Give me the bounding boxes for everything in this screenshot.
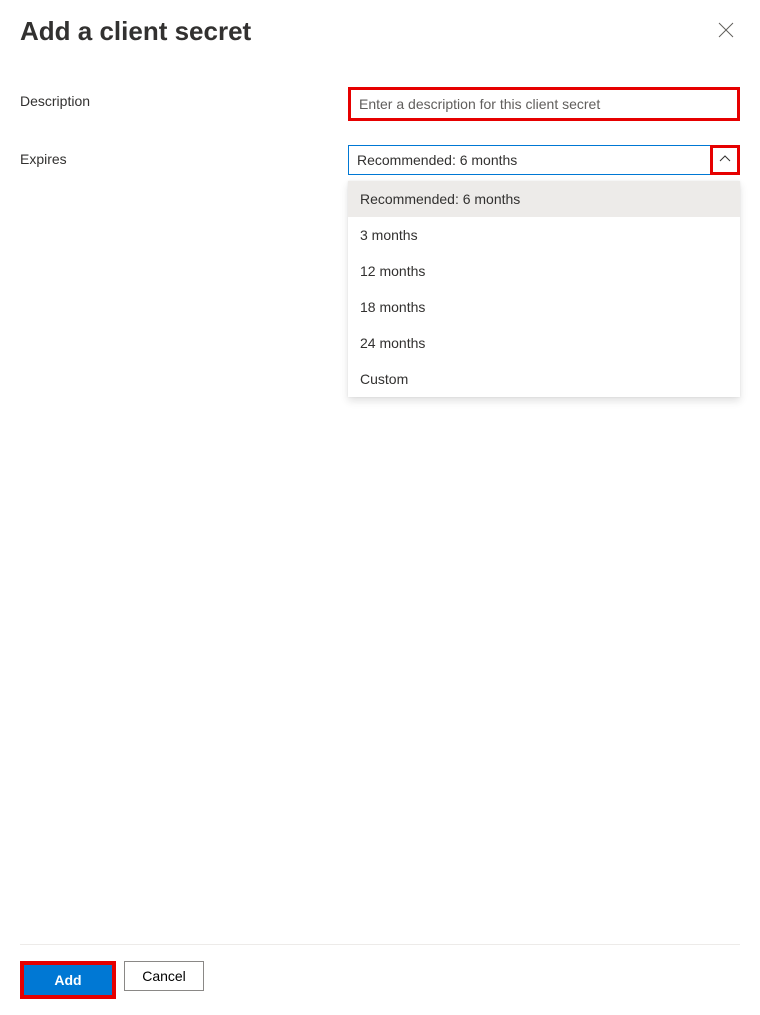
expires-option[interactable]: 12 months xyxy=(348,253,740,289)
expires-control: Recommended: 6 months Recommended: 6 mon xyxy=(348,145,740,175)
cancel-button[interactable]: Cancel xyxy=(124,961,204,991)
add-button-highlight: Add xyxy=(20,961,116,999)
panel-footer: Add Cancel xyxy=(20,944,740,999)
description-row: Description xyxy=(20,87,740,121)
expires-row: Expires Recommended: 6 months xyxy=(20,145,740,175)
expires-option[interactable]: Custom xyxy=(348,361,740,397)
form-body: Description Expires Recommended: 6 month… xyxy=(20,87,740,944)
expires-chevron-button[interactable] xyxy=(713,148,737,172)
close-button[interactable] xyxy=(712,16,740,47)
chevron-up-icon xyxy=(719,152,731,168)
expires-label: Expires xyxy=(20,145,348,167)
description-label: Description xyxy=(20,87,348,109)
panel-header: Add a client secret xyxy=(20,16,740,47)
add-button[interactable]: Add xyxy=(24,965,112,995)
expires-dropdown: Recommended: 6 months 3 months 12 months… xyxy=(348,181,740,397)
expires-chevron-highlight xyxy=(710,145,740,175)
panel-title: Add a client secret xyxy=(20,16,251,47)
expires-option[interactable]: 3 months xyxy=(348,217,740,253)
description-control xyxy=(348,87,740,121)
expires-option[interactable]: 24 months xyxy=(348,325,740,361)
close-icon xyxy=(718,22,734,41)
expires-selected-value[interactable]: Recommended: 6 months xyxy=(348,145,710,175)
add-client-secret-panel: Add a client secret Description Expires xyxy=(0,0,760,1015)
description-highlight xyxy=(348,87,740,121)
expires-option[interactable]: Recommended: 6 months xyxy=(348,181,740,217)
expires-option[interactable]: 18 months xyxy=(348,289,740,325)
description-input[interactable] xyxy=(351,90,737,118)
expires-select[interactable]: Recommended: 6 months xyxy=(348,145,740,175)
